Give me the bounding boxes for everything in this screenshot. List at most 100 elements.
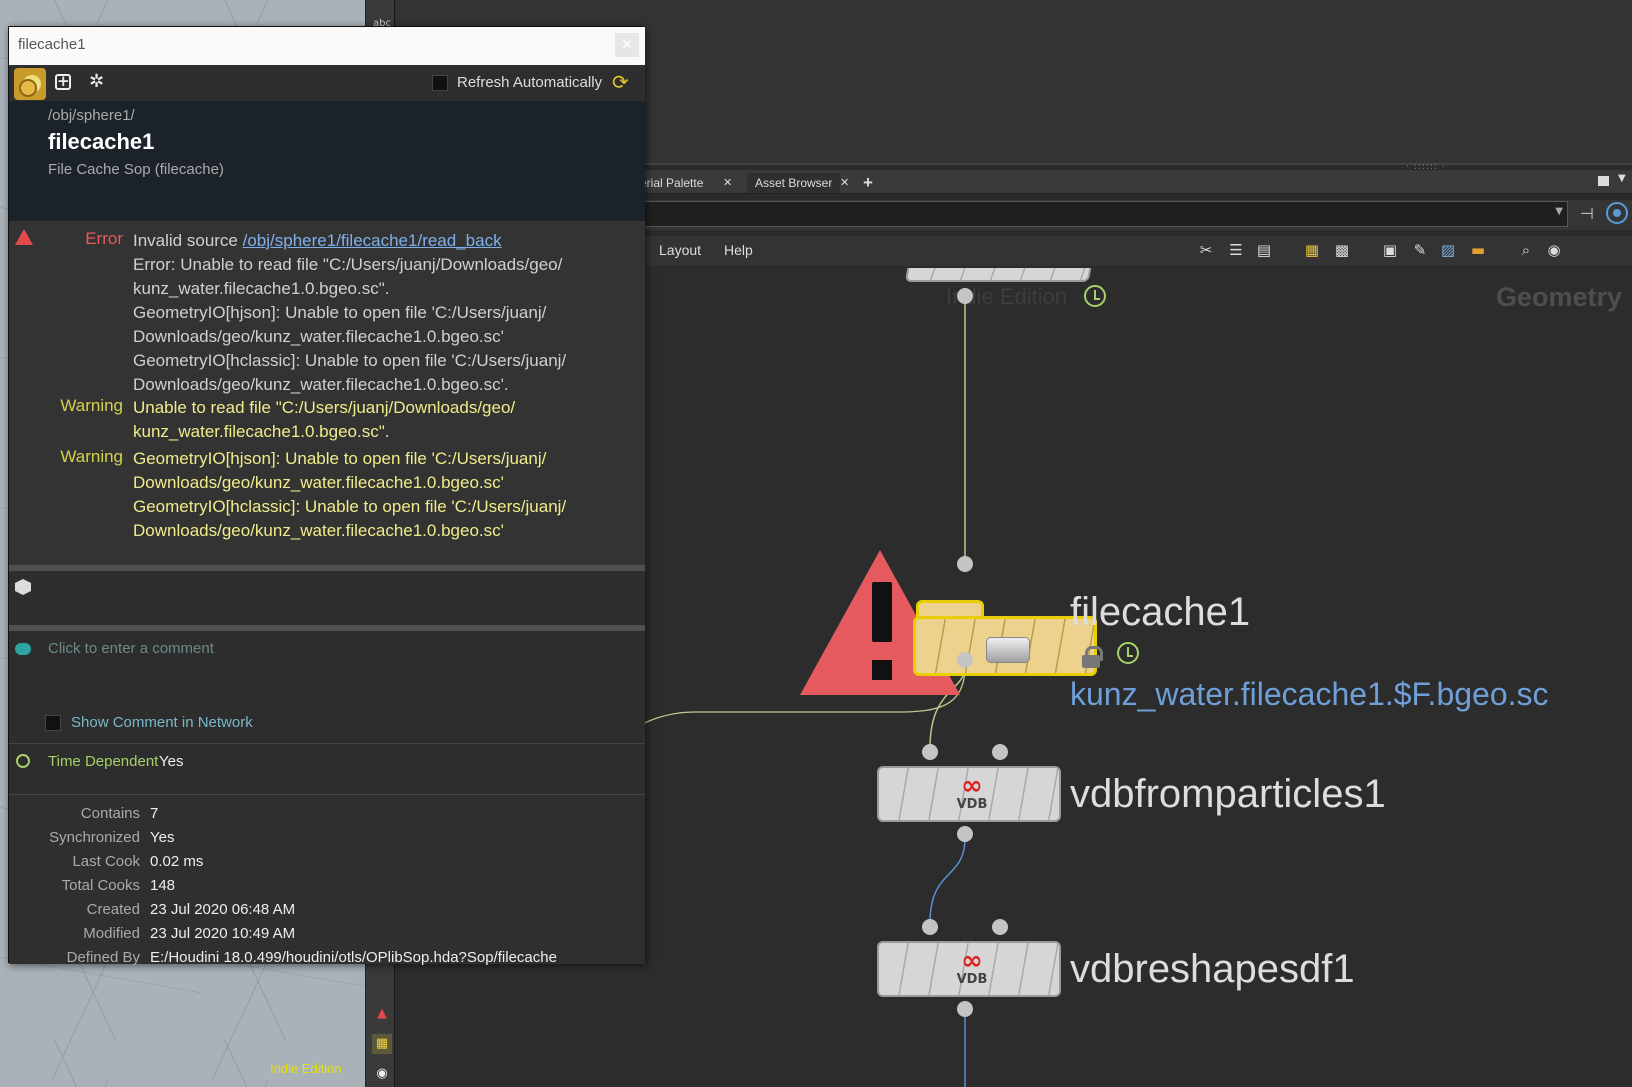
viewport-edition-watermark: Indie Edition [270,1061,342,1076]
stat-row: Created 23 Jul 2020 06:48 AM [9,901,645,925]
node-path: /obj/sphere1/ [48,107,135,124]
search-icon[interactable]: ⌕ [1516,240,1536,260]
eye-icon[interactable]: ◉ [372,1064,392,1084]
stat-key: Modified [83,925,140,942]
node-label-filecache1: filecache1 [1070,590,1251,634]
comment-section: Click to enter a comment Show Comment in… [9,631,645,743]
shape-palette-icon[interactable]: ▩ [1332,240,1352,260]
refresh-icon[interactable]: ⟳ [612,70,629,94]
add-tab-icon[interactable]: + [863,173,873,193]
stat-key: Contains [80,805,140,822]
node-input-connector[interactable] [922,919,938,935]
wire-vdbfromparticles-to-vdbreshapesdf [929,837,966,924]
grid-icon[interactable]: ▦ [372,1034,392,1054]
node-vdbreshapesdf1[interactable]: ∞ VDB [877,941,1061,997]
stat-key: Defined By [66,949,140,966]
node-info-toolbar: + ✲ Refresh Automatically ⟳ [9,65,645,101]
stat-row: Contains 7 [9,805,645,829]
close-icon[interactable]: ✕ [723,173,732,193]
vdb-icon: ∞ VDB [956,771,988,812]
node-output-connector[interactable] [957,652,973,668]
stat-value: E:/Houdini 18.0.499/houdini/otls/OPlibSo… [150,949,557,966]
show-comment-label[interactable]: Show Comment in Network [71,714,253,731]
geometry-cube-icon [15,579,31,595]
node-input-connector[interactable] [992,919,1008,935]
bug-icon[interactable]: ✲ [89,71,104,92]
comment-input[interactable]: Click to enter a comment [48,640,214,657]
stat-value: 23 Jul 2020 10:49 AM [150,925,296,942]
menu-help[interactable]: Help [724,242,753,258]
comment-icon [15,643,31,655]
node-label-attribute1: attribute1 [1077,268,1244,277]
refresh-automatically-checkbox[interactable] [432,75,448,91]
menu-layout[interactable]: Layout [659,242,701,258]
color-palette-icon[interactable]: ▦ [1302,240,1322,260]
sop-node-icon[interactable] [14,68,46,100]
close-icon[interactable]: ✕ [615,33,639,57]
pin-icon[interactable]: ⊣ [1580,204,1594,223]
message-line: Downloads/geo/kunz_water.filecache1.0.bg… [133,473,504,492]
hard-disk-icon [986,637,1030,663]
message-line: GeometryIO[hclassic]: Unable to open fil… [133,351,567,370]
message-level: Warning [60,396,123,415]
sticky-note-icon[interactable]: ✎ [1410,240,1430,260]
node-input-connector[interactable] [922,744,938,760]
message-level: Warning [60,447,123,466]
show-comment-checkbox[interactable] [45,715,61,731]
stat-key: Created [86,901,140,918]
time-dependent-section: Time Dependent Yes [9,743,645,795]
stat-key: Last Cook [72,853,140,870]
node-messages: Error Invalid source /obj/sphere1/fileca… [9,221,645,565]
stat-value: 7 [150,805,159,822]
message-body: GeometryIO[hjson]: Unable to open file '… [133,447,633,543]
node-attribute1[interactable] [904,268,1096,282]
stat-row: Last Cook 0.02 ms [9,853,645,877]
stat-value: Yes [150,829,175,846]
chevron-down-icon[interactable]: ▼ [1618,173,1626,184]
node-input-connector[interactable] [992,744,1008,760]
node-label-vdbfromparticles1: vdbfromparticles1 [1070,772,1386,816]
asset-icon[interactable]: ▬ [1468,240,1488,260]
tree-view-icon[interactable]: ☰ [1226,240,1246,260]
link-target-icon[interactable] [1606,202,1628,224]
node-output-connector[interactable] [957,288,973,304]
node-output-connector[interactable] [957,1001,973,1017]
node-info-title-bar[interactable]: filecache1 ✕ [9,27,645,65]
maximize-pane-icon[interactable] [1598,176,1609,186]
node-error-icon-bar [872,582,892,642]
network-box-icon[interactable]: ▣ [1380,240,1400,260]
geometry-info-section [9,571,645,625]
eye-icon[interactable]: ◉ [1544,240,1564,260]
list-view-icon[interactable]: ▤ [1254,240,1274,260]
warning-icon[interactable]: ▲ [372,1004,392,1024]
message-body: Invalid source /obj/sphere1/filecache1/r… [133,229,633,397]
stat-value: 0.02 ms [150,853,204,870]
node-info-title: filecache1 [18,36,86,53]
tab-asset-browser[interactable]: Asset Browser [747,173,841,193]
time-dependent-value: Yes [159,753,184,770]
node-output-connector[interactable] [957,826,973,842]
add-icon[interactable]: + [55,74,71,90]
node-type: File Cache Sop (filecache) [48,161,224,178]
refresh-automatically-label[interactable]: Refresh Automatically [457,74,602,91]
node-info-header: /obj/sphere1/ filecache1 File Cache Sop … [9,101,645,221]
tools-icon[interactable]: ✂ [1196,240,1216,260]
node-vdbfromparticles1[interactable]: ∞ VDB [877,766,1061,822]
source-link[interactable]: /obj/sphere1/filecache1/read_back [243,231,502,250]
stat-row: Synchronized Yes [9,829,645,853]
node-label-vdbreshapesdf1: vdbreshapesdf1 [1070,947,1355,991]
message-line: Downloads/geo/kunz_water.filecache1.0.bg… [133,327,504,346]
vdb-icon: ∞ VDB [956,946,988,987]
node-name: filecache1 [48,129,155,154]
network-path-field[interactable]: ▼ [640,201,1568,227]
message-line: GeometryIO[hclassic]: Unable to open fil… [133,497,567,516]
node-filecache1-output-path: kunz_water.filecache1.$F.bgeo.sc [1070,676,1549,712]
stat-key: Synchronized [49,829,140,846]
close-icon[interactable]: ✕ [840,173,849,193]
lock-icon[interactable] [1082,646,1103,668]
stat-value: 23 Jul 2020 06:48 AM [150,901,296,918]
tab-material-palette[interactable]: erial Palette [640,173,703,193]
chevron-down-icon[interactable]: ▼ [1555,206,1563,217]
stat-row: Total Cooks 148 [9,877,645,901]
background-image-icon[interactable]: ▨ [1438,240,1458,260]
